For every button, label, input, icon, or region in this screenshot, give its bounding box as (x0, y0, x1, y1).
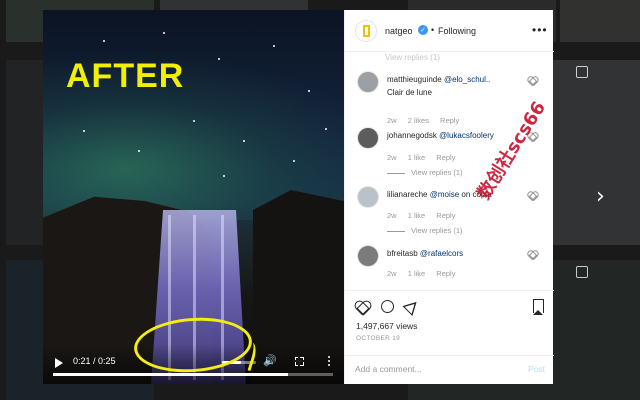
comment-meta: 2w 1 like Reply (387, 211, 464, 220)
volume-icon[interactable]: 🔊 (263, 354, 277, 367)
comment-text: lilianareche @moise on copia (387, 189, 527, 201)
heart-icon[interactable] (528, 250, 536, 258)
post-date[interactable]: OCTOBER 19 (356, 335, 400, 342)
avatar[interactable] (357, 71, 379, 93)
comment-input[interactable] (355, 364, 515, 374)
comment-meta: 2w 2 likes Reply (387, 116, 468, 125)
star (103, 40, 105, 42)
fullscreen-icon[interactable] (294, 356, 304, 366)
chevron-right-icon[interactable]: › (596, 186, 605, 208)
comment-username[interactable]: matthieuguinde (387, 75, 442, 84)
view-replies-link[interactable]: View replies (1) (387, 168, 463, 177)
more-vertical-icon[interactable] (328, 356, 330, 367)
star (163, 32, 165, 34)
reply-button[interactable]: Reply (440, 116, 459, 125)
comment-likes[interactable]: 1 like (408, 211, 426, 220)
comment-text: matthieuguinde @elo_schul.. (387, 74, 527, 86)
avatar[interactable] (357, 186, 379, 208)
post-button[interactable]: Post (528, 364, 545, 374)
comments-list: View replies (1) matthieuguinde @elo_sch… (345, 53, 554, 289)
add-comment-bar: Post (345, 355, 554, 384)
star (243, 140, 245, 142)
author-username[interactable]: natgeo (385, 26, 413, 36)
star (83, 130, 85, 132)
post-header: natgeo ✓ • Following ••• (345, 10, 554, 52)
star (223, 175, 225, 177)
comment-mention[interactable]: @rafaelcors (420, 249, 463, 258)
follow-status[interactable]: Following (438, 26, 476, 36)
comment-meta: 2w 1 like Reply (387, 153, 464, 162)
star (193, 120, 195, 122)
heart-icon[interactable] (528, 76, 536, 84)
comment-likes[interactable]: 1 like (408, 269, 426, 278)
avatar[interactable] (357, 245, 379, 267)
reply-button[interactable]: Reply (436, 211, 455, 220)
verified-icon: ✓ (418, 25, 428, 35)
separator: • (431, 25, 435, 35)
comment-username[interactable]: lilianareche (387, 190, 427, 199)
comment-mention[interactable]: @moise (430, 190, 459, 199)
comment-likes[interactable]: 1 like (408, 153, 426, 162)
comment-time: 2w (387, 153, 397, 162)
view-count[interactable]: 1,497,667 views (356, 321, 417, 331)
natgeo-logo-icon (363, 25, 370, 37)
comment-time: 2w (387, 211, 397, 220)
reply-button[interactable]: Reply (436, 153, 455, 162)
comment-likes[interactable]: 2 likes (408, 116, 429, 125)
comment-mention[interactable]: @elo_schul.. (444, 75, 490, 84)
avatar[interactable] (355, 20, 377, 42)
star (273, 45, 275, 47)
comment-body: Clair de lune (387, 88, 432, 97)
more-options-icon[interactable]: ••• (532, 23, 548, 37)
comment-icon[interactable] (381, 300, 394, 313)
video-tile-icon (576, 66, 588, 78)
comment-username[interactable]: bfreitasb (387, 249, 418, 258)
heart-icon[interactable] (355, 300, 369, 313)
star (138, 150, 140, 152)
view-replies-link[interactable]: View replies (1) (387, 226, 463, 235)
star (218, 58, 220, 60)
star (293, 160, 295, 162)
share-icon[interactable] (402, 296, 422, 317)
post-panel: natgeo ✓ • Following ••• View replies (1… (344, 10, 554, 384)
reply-button[interactable]: Reply (436, 269, 455, 278)
avatar[interactable] (357, 127, 379, 149)
star (308, 90, 310, 92)
comment-mention[interactable]: @lukacsfoolery (439, 131, 494, 140)
bookmark-icon[interactable] (533, 299, 544, 315)
post-actions (345, 290, 554, 322)
heart-icon[interactable] (528, 191, 536, 199)
progress-fill (53, 373, 289, 376)
comment-username[interactable]: johannegodsk (387, 131, 437, 140)
cut-off-row: View replies (1) (385, 53, 440, 62)
comment-text: bfreitasb @rafaelcors (387, 248, 527, 260)
star (325, 128, 327, 130)
video-time: 0:21 / 0:25 (73, 356, 116, 366)
video-tile-icon (576, 266, 588, 278)
progress-bar[interactable] (53, 373, 333, 376)
comment-meta: 2w 1 like Reply (387, 269, 464, 278)
comment-time: 2w (387, 116, 397, 125)
comment-time: 2w (387, 269, 397, 278)
play-icon[interactable] (55, 358, 63, 368)
overlay-label: AFTER (66, 57, 185, 95)
